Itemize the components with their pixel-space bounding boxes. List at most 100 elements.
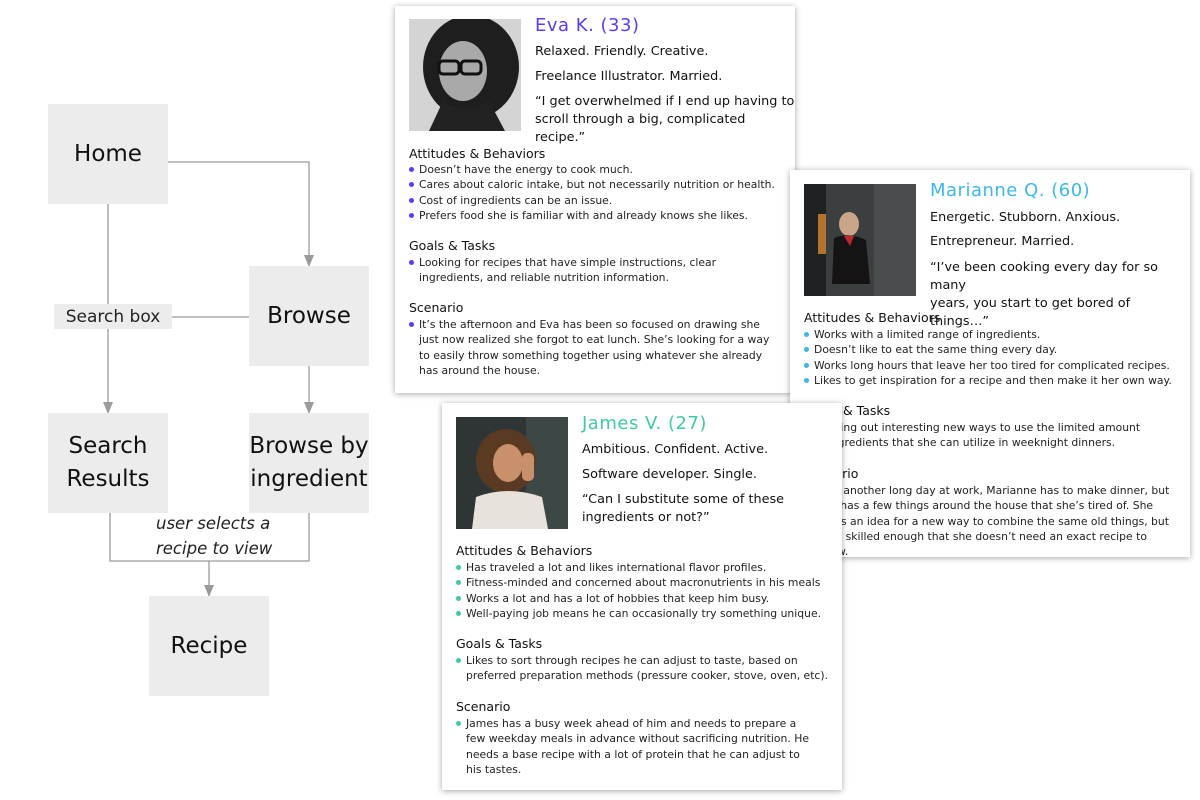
scenario-list-james: James has a busy week ahead of him and n… bbox=[456, 716, 816, 777]
bullet-dot bbox=[456, 658, 461, 663]
bullet-dot bbox=[456, 595, 461, 601]
bullet-dot bbox=[456, 610, 461, 616]
node-recipe: Recipe bbox=[149, 596, 269, 696]
scenario-heading: Scenario bbox=[456, 699, 511, 714]
persona-card-marianne: Marianne Q. (60) Energetic. Stubborn. An… bbox=[790, 170, 1190, 559]
list-item-text: Likes to sort through recipes he can adj… bbox=[466, 654, 829, 683]
scenario-list-eva: It’s the afternoon and Eva has been so f… bbox=[409, 317, 781, 378]
list-item-text: After another long day at work, Marianne… bbox=[814, 484, 1170, 558]
bullet-dot bbox=[409, 197, 414, 203]
node-browse: Browse bbox=[249, 266, 369, 366]
list-item-text: Works a lot and has a lot of hobbies tha… bbox=[466, 591, 770, 605]
attitudes-list-marianne: Works with a limited range of ingredient… bbox=[804, 327, 1179, 388]
list-item-text: Likes to get inspiration for a recipe an… bbox=[814, 373, 1172, 387]
bullet-dot bbox=[409, 212, 414, 218]
list-item-text: It’s the afternoon and Eva has been so f… bbox=[419, 318, 770, 377]
persona-traits-eva: Relaxed. Friendly. Creative. bbox=[535, 44, 709, 59]
list-item-text: Seeking out interesting new ways to use … bbox=[814, 421, 1141, 450]
user-selects-line1: user selects a bbox=[156, 514, 271, 533]
node-home: Home bbox=[48, 104, 168, 204]
list-item: Doesn’t like to eat the same thing every… bbox=[804, 342, 1179, 357]
bullet-dot bbox=[456, 721, 461, 726]
list-item: Likes to sort through recipes he can adj… bbox=[456, 653, 831, 684]
list-item: Well-paying job means he can occasionall… bbox=[456, 606, 831, 621]
bullet-dot bbox=[409, 322, 414, 327]
list-item-text: Doesn’t have the energy to cook much. bbox=[419, 163, 633, 176]
list-item-text: Has traveled a lot and likes internation… bbox=[466, 561, 767, 574]
persona-card-james: James V. (27) Ambitious. Confident. Acti… bbox=[442, 403, 842, 790]
list-item: Works a lot and has a lot of hobbies tha… bbox=[456, 591, 831, 606]
list-item-text: Cares about caloric intake, but not nece… bbox=[419, 178, 775, 192]
quote-line: “I get overwhelmed if I end up having to bbox=[535, 94, 795, 109]
list-item: Has traveled a lot and likes internation… bbox=[456, 560, 831, 575]
node-search-results: Search Results bbox=[48, 413, 168, 513]
persona-quote-eva: “I get overwhelmed if I end up having to… bbox=[535, 93, 795, 147]
goals-list-eva: Looking for recipes that have simple ins… bbox=[409, 255, 769, 286]
list-item-text: Works long hours that leave her too tire… bbox=[814, 358, 1170, 372]
persona-occupation-marianne: Entrepreneur. Married. bbox=[930, 234, 1075, 249]
attitudes-list-james: Has traveled a lot and likes internation… bbox=[456, 560, 831, 621]
goals-heading: Goals & Tasks bbox=[409, 238, 496, 253]
persona-photo-james bbox=[456, 417, 568, 529]
attitudes-heading: Attitudes & Behaviors bbox=[456, 543, 593, 558]
bullet-dot bbox=[409, 167, 414, 172]
list-item: Cares about caloric intake, but not nece… bbox=[409, 177, 784, 192]
persona-occupation-james: Software developer. Single. bbox=[582, 467, 757, 482]
attitudes-heading: Attitudes & Behaviors bbox=[409, 146, 546, 161]
list-item: After another long day at work, Marianne… bbox=[804, 483, 1179, 559]
list-item: James has a busy week ahead of him and n… bbox=[456, 716, 816, 777]
edge-label-search-box: Search box bbox=[54, 304, 172, 329]
list-item: Works long hours that leave her too tire… bbox=[804, 358, 1179, 373]
bullet-dot bbox=[804, 332, 809, 337]
list-item: Doesn’t have the energy to cook much. bbox=[409, 162, 784, 177]
node-recipe-label: Recipe bbox=[170, 632, 248, 659]
persona-name-james: James V. (27) bbox=[582, 413, 707, 434]
edge-home-browse bbox=[168, 161, 314, 267]
bullet-dot bbox=[804, 347, 809, 353]
list-item-text: Looking for recipes that have simple ins… bbox=[419, 256, 717, 285]
bullet-dot bbox=[804, 362, 809, 368]
search-box-label: Search box bbox=[65, 306, 161, 327]
list-item: Prefers food she is familiar with and al… bbox=[409, 208, 784, 223]
quote-line: “Can I substitute some of these bbox=[582, 492, 785, 507]
persona-photo-eva bbox=[409, 19, 521, 131]
scenario-heading: Scenario bbox=[409, 300, 464, 315]
persona-quote-james: “Can I substitute some of these ingredie… bbox=[582, 491, 784, 527]
list-item-text: Works with a limited range of ingredient… bbox=[814, 328, 1041, 341]
list-item: Fitness-minded and concerned about macro… bbox=[456, 575, 831, 590]
node-browse-by-ingredient-line1: Browse by bbox=[249, 433, 369, 460]
list-item: Cost of ingredients can be an issue. bbox=[409, 193, 784, 208]
bullet-dot bbox=[456, 565, 461, 570]
persona-card-eva: Eva K. (33) Relaxed. Friendly. Creative.… bbox=[395, 6, 795, 393]
quote-line: ingredients or not?” bbox=[582, 510, 710, 525]
list-item-text: Doesn’t like to eat the same thing every… bbox=[814, 343, 1058, 357]
node-home-label: Home bbox=[74, 140, 142, 167]
bullet-dot bbox=[409, 182, 414, 188]
bullet-dot bbox=[804, 377, 809, 383]
list-item: It’s the afternoon and Eva has been so f… bbox=[409, 317, 781, 378]
bullet-dot bbox=[456, 580, 461, 586]
list-item-text: Well-paying job means he can occasionall… bbox=[466, 606, 822, 620]
node-browse-by-ingredient-line2: ingredient bbox=[250, 466, 368, 492]
node-search-results-line1: Search bbox=[68, 433, 148, 460]
persona-name-eva: Eva K. (33) bbox=[535, 15, 640, 36]
quote-line: scroll through a big, complicated recipe… bbox=[535, 112, 746, 145]
scenario-list-marianne: After another long day at work, Marianne… bbox=[804, 483, 1179, 559]
bullet-dot bbox=[409, 260, 414, 265]
quote-line: “I’ve been cooking every day for so many bbox=[930, 260, 1158, 293]
list-item: Looking for recipes that have simple ins… bbox=[409, 255, 769, 286]
persona-quote-marianne: “I’ve been cooking every day for so many… bbox=[930, 259, 1190, 331]
list-item-text: Fitness-minded and concerned about macro… bbox=[466, 576, 821, 590]
list-item: Works with a limited range of ingredient… bbox=[804, 327, 1179, 342]
persona-traits-marianne: Energetic. Stubborn. Anxious. bbox=[930, 210, 1121, 225]
list-item: Likes to get inspiration for a recipe an… bbox=[804, 373, 1179, 388]
attitudes-list-eva: Doesn’t have the energy to cook much. Ca… bbox=[409, 162, 784, 223]
persona-occupation-eva: Freelance Illustrator. Married. bbox=[535, 69, 723, 84]
node-search-results-line2: Results bbox=[66, 466, 150, 492]
list-item-text: James has a busy week ahead of him and n… bbox=[466, 717, 809, 776]
list-item-text: Cost of ingredients can be an issue. bbox=[419, 193, 613, 207]
quote-line: years, you start to get bored of things…… bbox=[930, 296, 1131, 329]
goals-heading: Goals & Tasks bbox=[456, 636, 543, 651]
attitudes-heading: Attitudes & Behaviors bbox=[804, 310, 941, 325]
goals-list-marianne: Seeking out interesting new ways to use … bbox=[804, 420, 1144, 451]
